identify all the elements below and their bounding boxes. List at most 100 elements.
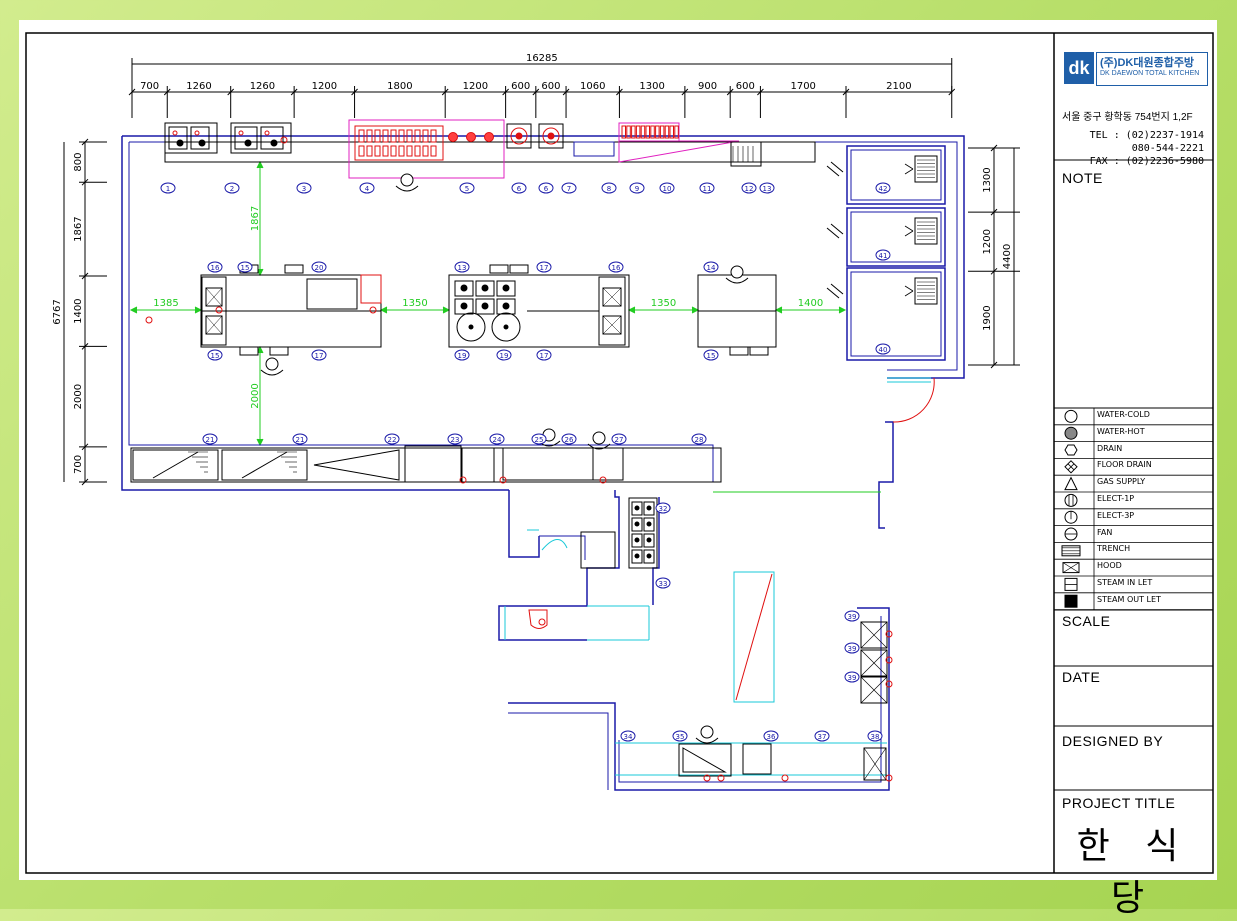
wall-segment: [878, 421, 894, 529]
burner-slot: [374, 145, 381, 157]
person-icon: [400, 173, 414, 187]
top-dimension-label: 1300: [639, 81, 664, 92]
equipment-tag-number: 15: [241, 264, 250, 272]
top-dimension-label: 600: [541, 81, 560, 92]
note-label: NOTE: [1062, 170, 1103, 186]
equipment-tag-number: 39: [848, 613, 857, 621]
legend-label: STEAM OUT LET: [1097, 594, 1161, 604]
arrowhead: [442, 306, 451, 314]
legend-label: HOOD: [1097, 561, 1122, 571]
shelf-diagonal: [241, 451, 288, 479]
legend-label: ELECT-3P: [1097, 510, 1135, 520]
hood-diagonal: [618, 140, 740, 163]
person-shoulders: [725, 277, 749, 284]
cold-room: [846, 145, 946, 205]
legend-label: WATER-HOT: [1097, 426, 1145, 436]
burner-slot: [358, 145, 365, 157]
burner-icon: [646, 553, 652, 559]
exhaust-diagonal: [735, 573, 773, 701]
project-title-label: PROJECT TITLE: [1062, 795, 1176, 811]
equipment-tag-number: 19: [458, 352, 467, 360]
inner-dimension-label: 1385: [153, 298, 178, 309]
legend-label: STEAM IN LET: [1097, 578, 1153, 587]
sink-unit-bottom: [592, 447, 624, 481]
right-dimension-label: 1900: [982, 305, 993, 330]
burner-slot: [406, 145, 413, 157]
top-dimension-label: 1260: [250, 81, 275, 92]
dk-logo-mark: dk: [1064, 52, 1094, 84]
drain-point: [270, 139, 278, 147]
inner-dimension-label: 1350: [651, 298, 676, 309]
equipment-tag-number: 40: [879, 346, 888, 354]
right-overall-dimension-label: 4400: [1002, 244, 1013, 269]
legend-row: WATER-COLD: [1054, 408, 1213, 424]
arrowhead: [194, 306, 203, 314]
burner-slot: [366, 145, 373, 157]
equipment-tag-number: 5: [465, 185, 469, 193]
utility-point: [538, 618, 546, 626]
stock-pot-center: [503, 324, 509, 330]
equipment-tag-number: 37: [818, 733, 827, 741]
equipment-tag-number: 17: [540, 264, 549, 272]
person-icon: [265, 357, 279, 371]
equipment-tag-number: 28: [695, 436, 704, 444]
chair: [749, 346, 769, 356]
wok-burner-core: [547, 132, 555, 140]
burner-icon: [484, 132, 494, 142]
top-dimension-label: 900: [698, 81, 717, 92]
right-dimension-label: 1200: [982, 229, 993, 254]
pass-through: [573, 141, 615, 157]
equipment-tag-number: 6: [517, 185, 522, 193]
equipment-tag-number: 24: [493, 436, 502, 444]
interior-wall: [129, 141, 958, 371]
equipment-tag-number: 41: [879, 252, 888, 260]
equipment-tag-number: 12: [745, 185, 754, 193]
project-name: 한 식 당: [1076, 826, 1191, 919]
legend-label: FAN: [1097, 527, 1113, 537]
interior-wall-lower: [618, 616, 882, 783]
bottom-counter: [130, 447, 722, 483]
chair: [284, 264, 304, 274]
sink-slope: [682, 747, 727, 773]
equipment-tag-number: 1: [166, 185, 170, 193]
left-dimension-label: 800: [73, 153, 84, 172]
left-dimension-label: 1400: [73, 298, 84, 323]
legend-label: ELECT-1P: [1097, 494, 1135, 503]
burner-slot: [430, 145, 437, 157]
heater: [360, 274, 382, 304]
cutting-board: [306, 278, 358, 310]
burner-range-lower: [628, 497, 658, 569]
legend-row: STEAM OUT LET: [1054, 593, 1213, 609]
equipment-tag-number: 27: [615, 436, 624, 444]
equipment-tag-number: 14: [707, 264, 716, 272]
equipment-tag-number: 38: [871, 733, 880, 741]
shelf-diagonal: [152, 451, 199, 479]
arrowhead: [627, 306, 636, 314]
legend-row: ELECT-3P: [1054, 509, 1213, 525]
burner-icon: [502, 284, 510, 292]
wall-segment: [508, 490, 540, 558]
chair: [509, 264, 529, 274]
company-name: (주)DK대원종합주방: [1100, 57, 1195, 69]
door-swing-arc: [892, 377, 935, 423]
left-dimension-label: 2000: [73, 384, 84, 409]
utility-point: [781, 774, 789, 782]
legend-row: GAS SUPPLY: [1054, 475, 1213, 491]
equipment-tag-number: 36: [767, 733, 776, 741]
person-shoulders: [395, 185, 419, 192]
company-logo: dk (주)DK대원종합주방 DK DAEWON TOTAL KITCHEN: [1064, 52, 1208, 86]
equipment-tag-number: 13: [458, 264, 467, 272]
company-name-box: (주)DK대원종합주방 DK DAEWON TOTAL KITCHEN: [1096, 52, 1208, 86]
equipment-tag-number: 13: [763, 185, 772, 193]
equipment-tag-number: 19: [500, 352, 509, 360]
company-tel-2: 080-544-2221: [1131, 143, 1204, 154]
equipment-tag-number: 15: [211, 352, 220, 360]
legend-label: GAS SUPPLY: [1097, 477, 1146, 487]
equipment-tag-number: 7: [567, 185, 571, 193]
counter-slope: [313, 449, 400, 481]
scale-label: SCALE: [1062, 613, 1111, 629]
cold-room-inner: [850, 149, 942, 201]
title-block: dk (주)DK대원종합주방 DK DAEWON TOTAL KITCHEN 서…: [1054, 33, 1213, 919]
chair: [239, 346, 259, 356]
person-icon: [730, 265, 744, 279]
